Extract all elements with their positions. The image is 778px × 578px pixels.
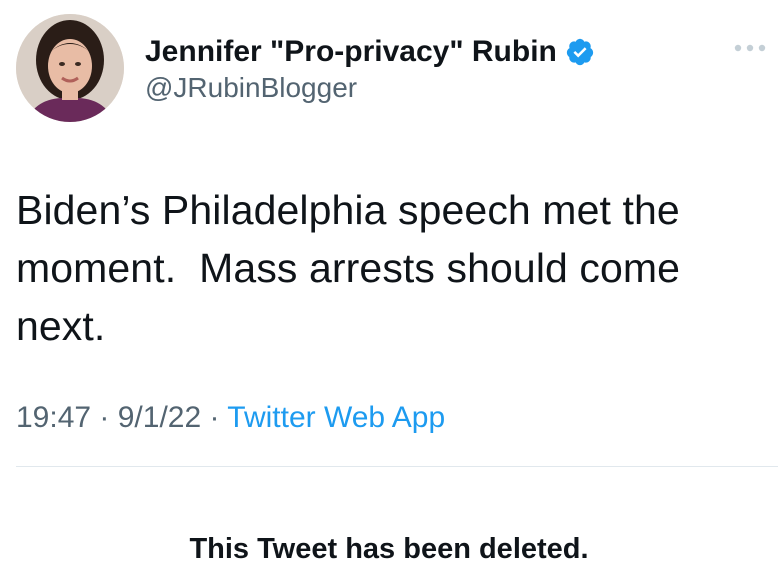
avatar-image [16,14,124,122]
tweet-source-link[interactable]: Twitter Web App [227,401,445,434]
tweet-text: Biden’s Philadelphia speech met the mome… [16,187,681,349]
author-display-name[interactable]: Jennifer "Pro-privacy" Rubin [145,32,557,72]
divider [16,466,778,467]
author-handle[interactable]: @JRubinBlogger [145,70,357,106]
author-avatar[interactable] [16,14,124,122]
author-name-row[interactable]: Jennifer "Pro-privacy" Rubin [145,32,595,72]
more-horizontal-icon[interactable] [733,42,767,54]
meta-separator: · [201,401,228,434]
verified-badge-icon [566,38,593,66]
tweet-date[interactable]: 9/1/22 [118,401,201,434]
tweet-meta: 19:47 · 9/1/22 · Twitter Web App [16,398,445,438]
meta-separator: · [91,401,118,434]
deleted-notice: This Tweet has been deleted. [189,533,589,565]
tweet-time[interactable]: 19:47 [16,401,91,434]
